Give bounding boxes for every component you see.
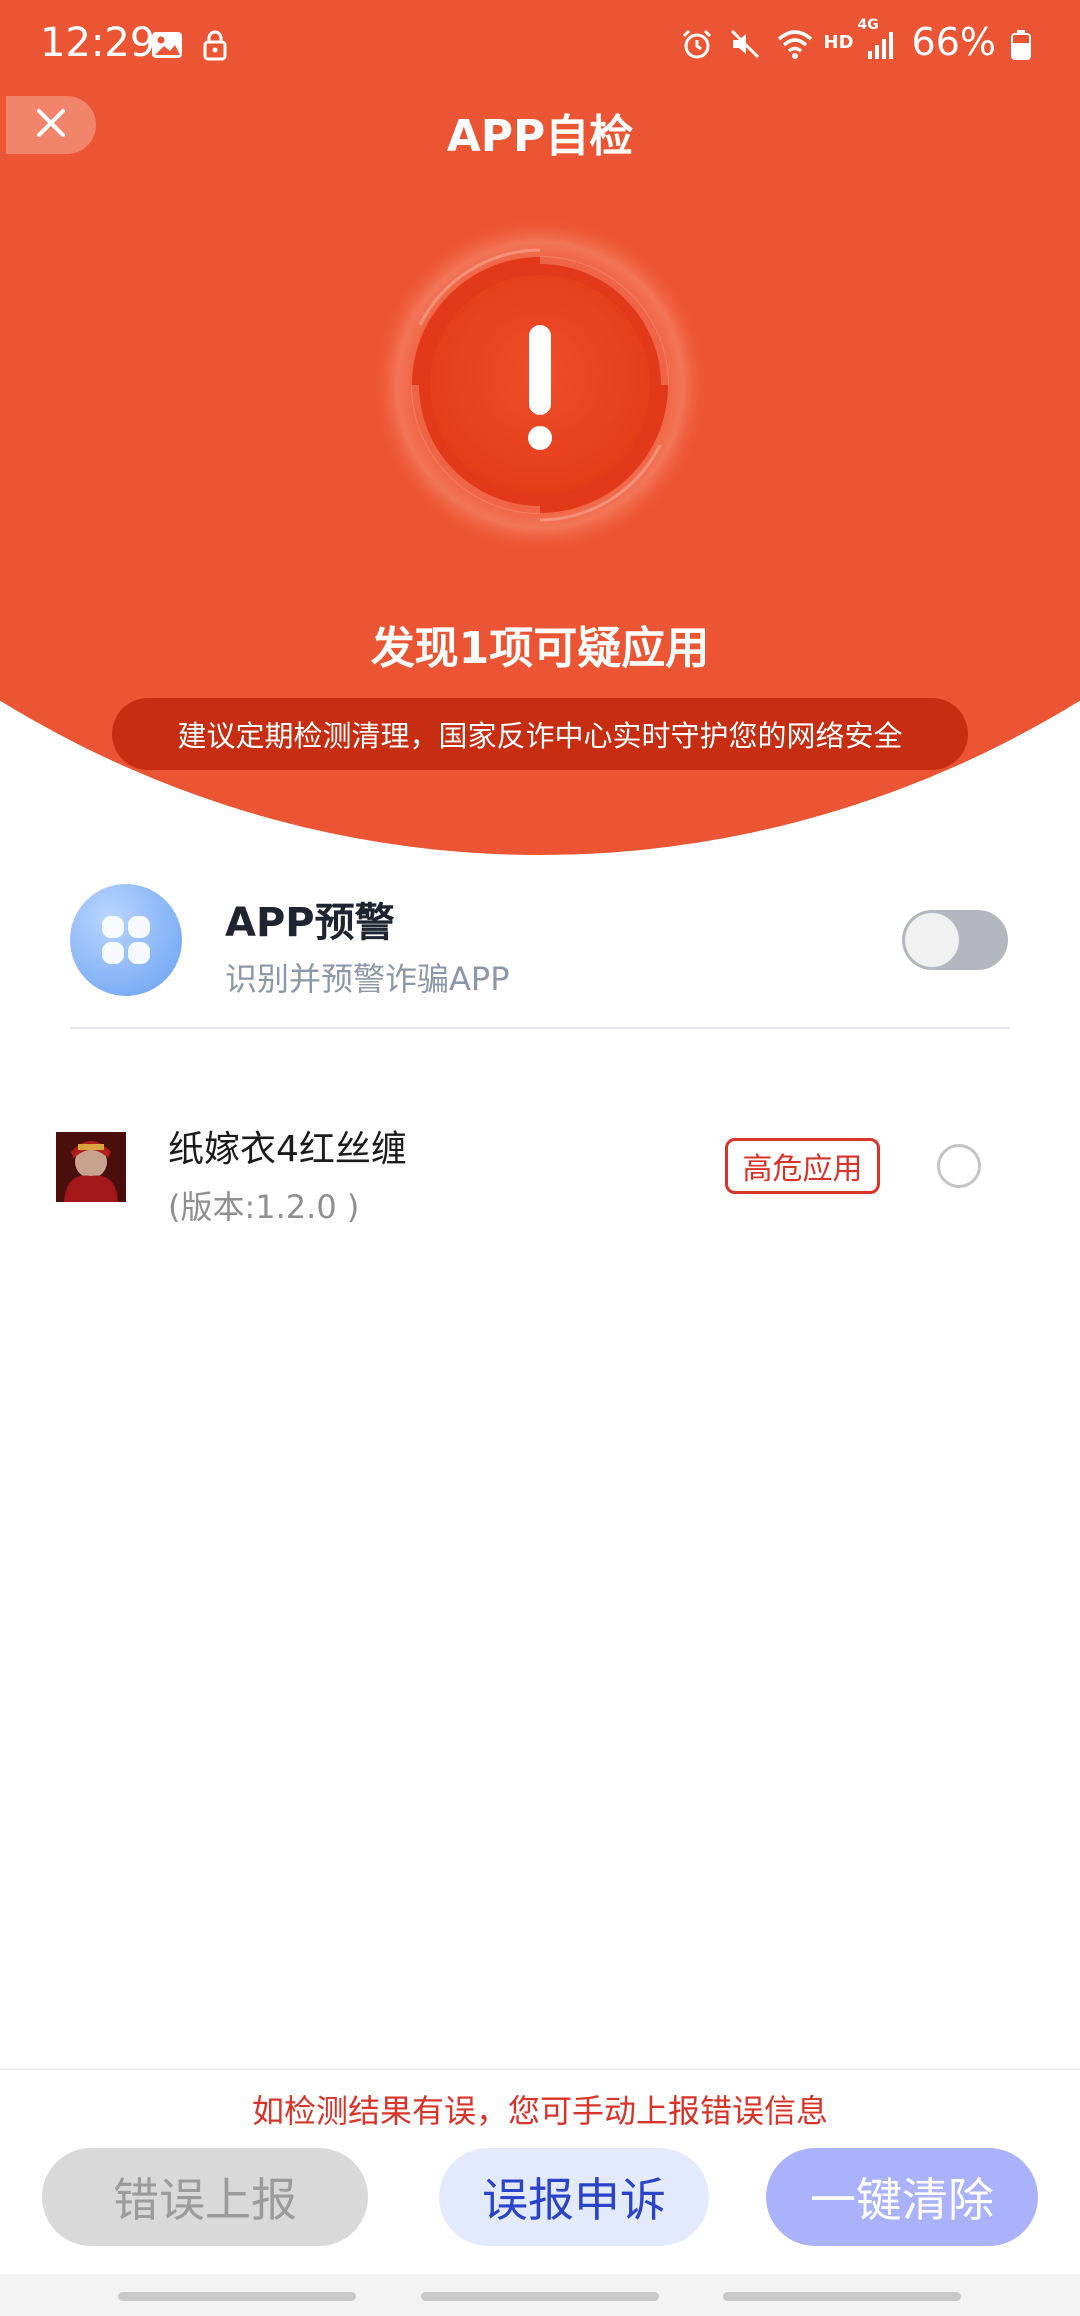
report-hint: 如检测结果有误，您可手动上报错误信息: [251, 2092, 828, 2130]
wifi-icon: [776, 25, 812, 59]
footer-divider: [0, 2068, 1080, 2070]
app-warning-row: APP预警 识别并预警诈骗APP: [0, 870, 1080, 1030]
page-title: APP自检: [446, 111, 634, 162]
app-warning-title: APP预警: [225, 900, 395, 946]
risk-badge: 高危应用: [725, 1138, 880, 1194]
appeal-button[interactable]: 误报申诉: [439, 2148, 709, 2246]
alarm-icon: [680, 25, 714, 59]
divider: [70, 1027, 1010, 1029]
app-version: (版本:1.2.0 ): [168, 1188, 360, 1226]
toggle-knob: [905, 913, 959, 967]
app-warning-toggle[interactable]: [902, 910, 1008, 970]
battery-level: 66%: [911, 20, 996, 64]
app-thumbnail: [56, 1132, 126, 1202]
gallery-icon: [150, 26, 184, 60]
app-grid-icon: [70, 884, 182, 996]
list-item[interactable]: 纸嫁衣4红丝缠 (版本:1.2.0 ) 高危应用: [0, 1100, 1080, 1250]
gesture-line[interactable]: [723, 2292, 961, 2301]
alert-headline: 发现1项可疑应用: [370, 623, 710, 674]
net-type-label: 4G: [857, 17, 879, 33]
status-time: 12:29: [40, 20, 156, 66]
one-click-clean-button[interactable]: 一键清除: [766, 2148, 1038, 2246]
select-radio[interactable]: [937, 1144, 981, 1188]
status-bar: 12:29 HD 4G 66%: [0, 0, 1080, 90]
lock-icon: [198, 26, 232, 61]
advice-banner: 建议定期检测清理，国家反诈中心实时守护您的网络安全: [112, 698, 968, 770]
gesture-line[interactable]: [118, 2292, 356, 2301]
app-name: 纸嫁衣4红丝缠: [168, 1129, 407, 1170]
hd-label: HD: [823, 31, 854, 53]
mute-icon: [728, 25, 762, 59]
gesture-line[interactable]: [421, 2292, 659, 2301]
app-warning-subtitle: 识别并预警诈骗APP: [225, 960, 510, 998]
error-report-button[interactable]: 错误上报: [42, 2148, 368, 2246]
signal-icon: 4G: [858, 17, 898, 59]
battery-icon: [1010, 25, 1044, 60]
gesture-bar: [0, 2274, 1080, 2316]
warning-circle: !: [370, 215, 710, 555]
